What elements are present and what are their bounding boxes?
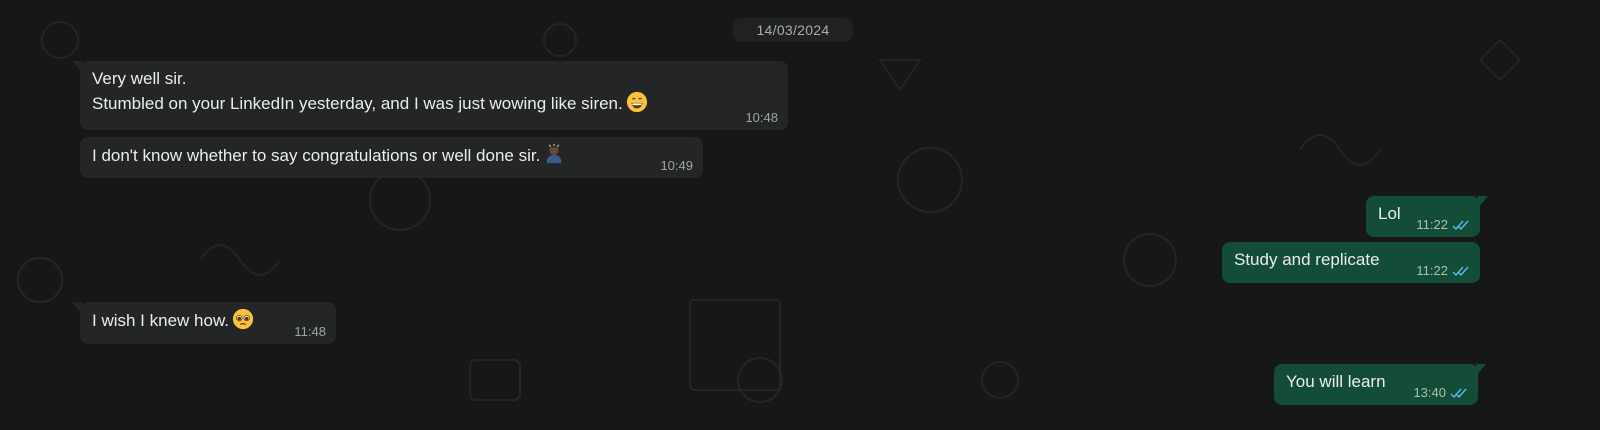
message-meta: 13:40 [1413, 386, 1468, 400]
message-text-line: Stumbled on your LinkedIn yesterday, and… [92, 91, 788, 116]
message-meta: 10:49 [660, 159, 693, 173]
read-receipt-double-check-icon [1452, 220, 1469, 231]
bubble-tail [1476, 364, 1486, 376]
message-meta: 10:48 [745, 111, 778, 125]
message-time: 11:22 [1416, 263, 1448, 278]
person-bowing-emoji [546, 143, 562, 164]
message-incoming[interactable]: Very well sir. Stumbled on your LinkedIn… [72, 61, 788, 130]
message-time: 11:22 [1416, 217, 1448, 232]
message-incoming[interactable]: I wish I knew how. 11:48 [72, 302, 336, 344]
read-receipt-double-check-icon [1452, 266, 1469, 277]
read-receipt-double-check-icon [1450, 388, 1467, 399]
message-time: 10:49 [660, 158, 693, 173]
message-outgoing[interactable]: Lol 11:22 [1366, 196, 1488, 237]
pleading-face-emoji [232, 308, 254, 330]
message-outgoing[interactable]: Study and replicate 11:22 [1222, 242, 1480, 283]
message-meta: 11:22 [1416, 218, 1470, 232]
message-time: 13:40 [1413, 385, 1446, 400]
message-time: 10:48 [745, 110, 778, 125]
message-time: 11:48 [294, 324, 326, 339]
message-outgoing[interactable]: You will learn 13:40 [1274, 364, 1486, 405]
message-incoming[interactable]: I don't know whether to say congratulati… [80, 137, 703, 178]
message-text-line: I don't know whether to say congratulati… [92, 143, 703, 168]
date-separator: 14/03/2024 [733, 18, 853, 42]
bubble-tail [72, 61, 82, 73]
message-meta: 11:22 [1416, 264, 1470, 278]
bubble-tail [72, 302, 82, 314]
message-text-line: Very well sir. [92, 69, 187, 88]
grinning-face-emoji [626, 91, 647, 113]
bubble-tail [1478, 196, 1488, 208]
message-meta: 11:48 [294, 325, 326, 339]
